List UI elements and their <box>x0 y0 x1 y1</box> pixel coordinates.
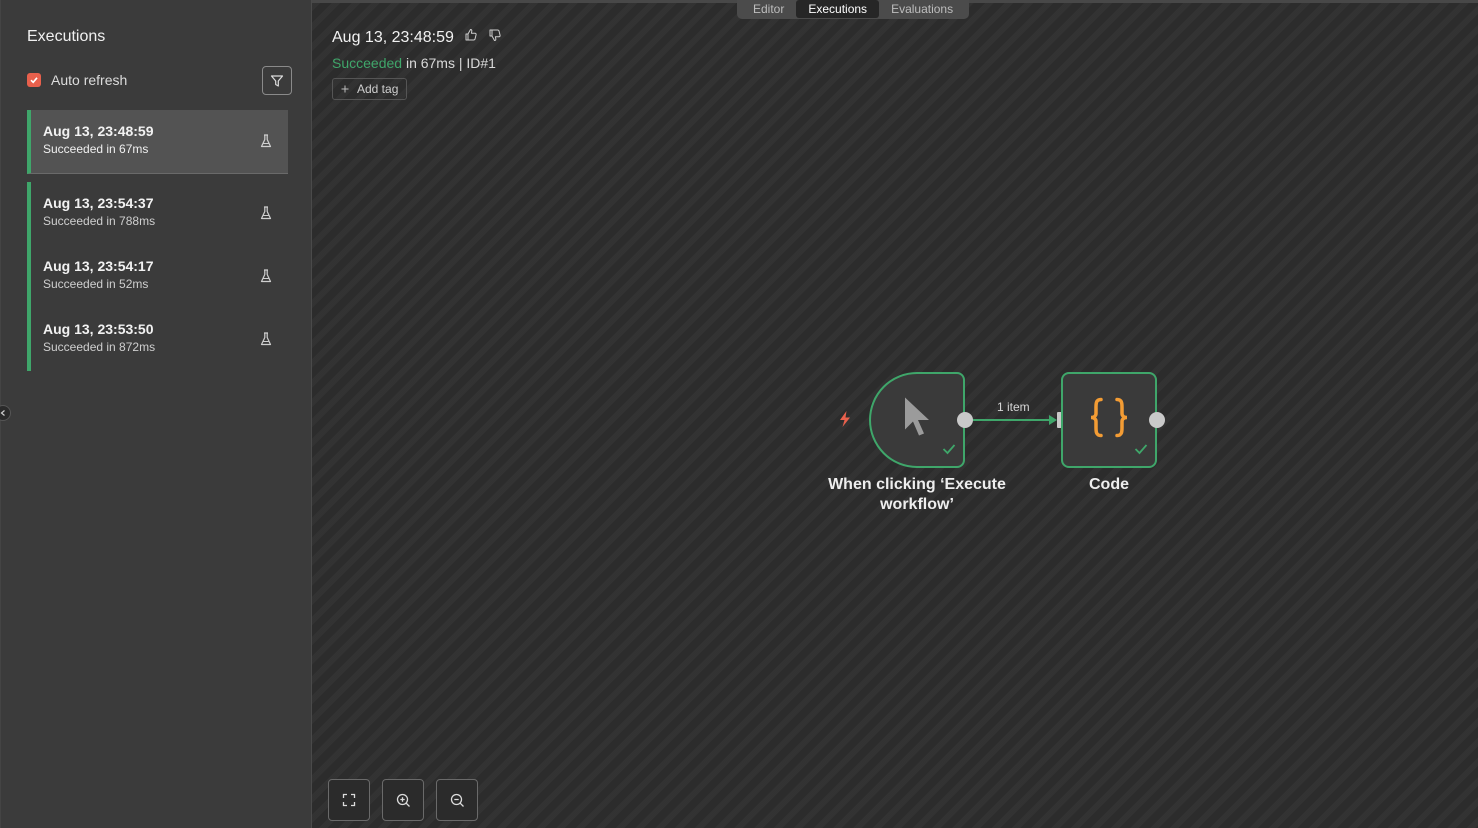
fit-view-icon <box>342 793 356 807</box>
edge-item-count: 1 item <box>997 400 1030 414</box>
success-check-icon <box>1134 442 1148 460</box>
trigger-node[interactable] <box>869 372 965 468</box>
code-node[interactable] <box>1061 372 1157 468</box>
code-node-label: Code <box>1089 476 1129 493</box>
trigger-node-label: When clicking ‘Execute workflow’ <box>828 476 1006 513</box>
cursor-icon <box>901 396 933 445</box>
code-braces-icon <box>1087 396 1131 445</box>
app-root: Executions Auto refresh Aug 13, 23:48:59… <box>0 0 1478 828</box>
arrow-head <box>1049 415 1057 425</box>
success-check-icon <box>942 442 956 460</box>
trigger-output-handle[interactable] <box>957 412 973 428</box>
code-output-handle[interactable] <box>1149 412 1165 428</box>
lightning-icon <box>837 410 853 433</box>
zoom-controls <box>328 779 478 821</box>
zoom-out-button[interactable] <box>436 779 478 821</box>
workflow-edges <box>973 415 1057 425</box>
fit-view-button[interactable] <box>328 779 370 821</box>
zoom-in-icon <box>396 793 410 807</box>
zoom-in-button[interactable] <box>382 779 424 821</box>
zoom-out-icon <box>450 793 464 807</box>
